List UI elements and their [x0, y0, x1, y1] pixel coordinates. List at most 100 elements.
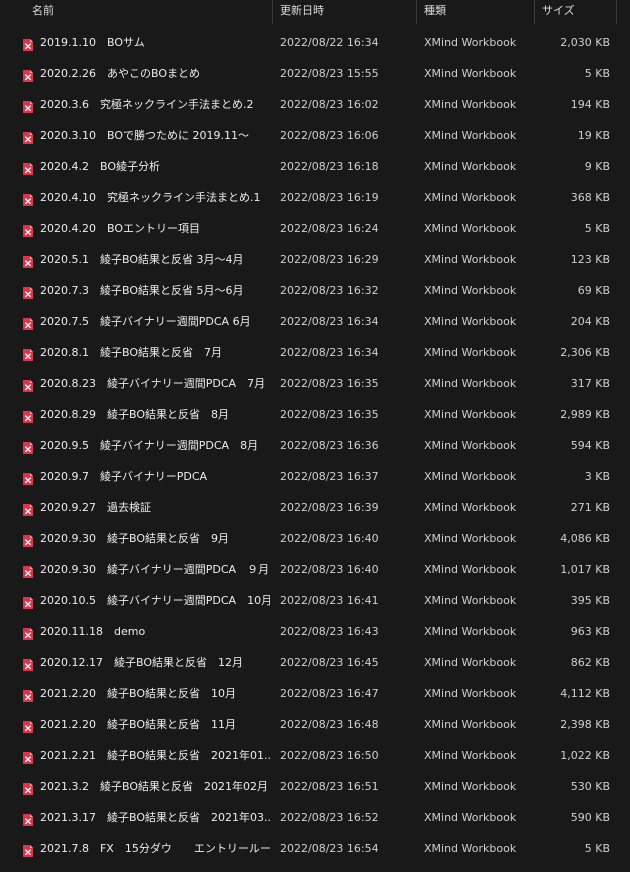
file-size: 590 KB — [570, 811, 610, 824]
file-type: XMind Workbook — [424, 594, 517, 607]
file-type: XMind Workbook — [424, 780, 517, 793]
file-row[interactable]: 2020.4.20 BOエントリー項目 2022/08/23 16:24 XMind… — [0, 213, 630, 244]
file-name: 2020.4.10 究極ネックライン手法まとめ.1 — [40, 191, 261, 204]
file-name: 2020.9.7 綾子バイナリーPDCA — [40, 470, 208, 483]
file-size: 530 KB — [570, 780, 610, 793]
file-name: 2020.2.26 あやこのBOまとめ — [40, 67, 200, 80]
xmind-file-icon — [23, 470, 33, 485]
file-name: 2020.8.29 綾子BO結果と反省 8月 — [40, 408, 229, 421]
xmind-file-icon — [23, 408, 33, 423]
xmind-file-icon — [23, 749, 33, 764]
file-type: XMind Workbook — [424, 346, 517, 359]
file-modified-date: 2022/08/23 16:34 — [280, 346, 379, 359]
file-size: 1,022 KB — [560, 749, 610, 762]
xmind-file-icon — [23, 191, 33, 206]
file-size: 963 KB — [570, 625, 610, 638]
xmind-file-icon — [23, 718, 33, 733]
file-name: 2020.10.5 綾子バイナリー週間PDCA 10月 — [40, 594, 270, 607]
file-name: 2020.12.17 綾子BO結果と反省 12月 — [40, 656, 243, 669]
file-row[interactable]: 2020.9.30 綾子BO結果と反省 9月 2022/08/23 16:40 XM… — [0, 523, 630, 554]
file-name: 2020.4.20 BOエントリー項目 — [40, 222, 200, 235]
file-row[interactable]: 2021.7.8 FX 15分ダウ エントリールール 2022/08/23 16:… — [0, 833, 630, 864]
file-modified-date: 2022/08/23 16:36 — [280, 439, 379, 452]
column-divider[interactable] — [272, 0, 273, 24]
file-row[interactable]: 2020.2.26 あやこのBOまとめ 2022/08/23 15:55 XMind… — [0, 58, 630, 89]
file-modified-date: 2022/08/23 16:48 — [280, 718, 379, 731]
file-size: 19 KB — [577, 129, 610, 142]
file-type: XMind Workbook — [424, 718, 517, 731]
file-row[interactable]: 2020.4.10 究極ネックライン手法まとめ.1 2022/08/23 16:1… — [0, 182, 630, 213]
file-row[interactable]: 2021.2.21 綾子BO結果と反省 2021年01... 2022/08/23… — [0, 740, 630, 771]
file-size: 2,989 KB — [560, 408, 610, 421]
file-row[interactable]: 2020.3.10 BOで勝つために 2019.11～ 2022/08/23 16… — [0, 120, 630, 151]
file-modified-date: 2022/08/23 16:37 — [280, 470, 379, 483]
file-size: 317 KB — [570, 377, 610, 390]
file-name: 2020.3.6 究極ネックライン手法まとめ.2 — [40, 98, 254, 111]
file-name: 2021.3.17 綾子BO結果と反省 2021年03... — [40, 811, 270, 824]
file-row[interactable]: 2020.8.23 綾子バイナリー週間PDCA 7月 2022/08/23 16:… — [0, 368, 630, 399]
file-type: XMind Workbook — [424, 842, 517, 855]
file-modified-date: 2022/08/23 16:29 — [280, 253, 379, 266]
xmind-file-icon — [23, 67, 33, 82]
file-name: 2021.2.20 綾子BO結果と反省 10月 — [40, 687, 236, 700]
file-row[interactable]: 2020.9.7 綾子バイナリーPDCA 2022/08/23 16:37 XMin… — [0, 461, 630, 492]
file-type: XMind Workbook — [424, 253, 517, 266]
file-modified-date: 2022/08/23 16:18 — [280, 160, 379, 173]
file-row[interactable]: 2020.8.29 綾子BO結果と反省 8月 2022/08/23 16:35 XM… — [0, 399, 630, 430]
file-size: 4,086 KB — [560, 532, 610, 545]
file-row[interactable]: 2021.2.20 綾子BO結果と反省 10月 2022/08/23 16:47 X… — [0, 678, 630, 709]
file-type: XMind Workbook — [424, 129, 517, 142]
column-divider[interactable] — [416, 0, 417, 24]
file-row[interactable]: 2021.2.20 綾子BO結果と反省 11月 2022/08/23 16:48 X… — [0, 709, 630, 740]
file-type: XMind Workbook — [424, 749, 517, 762]
file-modified-date: 2022/08/23 16:52 — [280, 811, 379, 824]
file-name: 2020.9.5 綾子バイナリー週間PDCA 8月 — [40, 439, 259, 452]
file-modified-date: 2022/08/23 16:24 — [280, 222, 379, 235]
xmind-file-icon — [23, 36, 33, 51]
file-modified-date: 2022/08/23 16:51 — [280, 780, 379, 793]
file-row[interactable]: 2020.7.3 綾子BO結果と反省 5月～6月 2022/08/23 16:32… — [0, 275, 630, 306]
file-row[interactable]: 2020.8.1 綾子BO結果と反省 7月 2022/08/23 16:34 XMi… — [0, 337, 630, 368]
file-row[interactable]: 2019.1.10 BOサム 2022/08/22 16:34 XMind Work… — [0, 27, 630, 58]
file-modified-date: 2022/08/23 16:50 — [280, 749, 379, 762]
file-name: 2020.4.2 BO綾子分析 — [40, 160, 160, 173]
file-row[interactable]: 2020.10.5 綾子バイナリー週間PDCA 10月 2022/08/23 16… — [0, 585, 630, 616]
file-size: 2,030 KB — [560, 36, 610, 49]
file-modified-date: 2022/08/23 16:34 — [280, 315, 379, 328]
file-modified-date: 2022/08/23 16:02 — [280, 98, 379, 111]
file-name: 2020.7.5 綾子バイナリー週間PDCA 6月 — [40, 315, 251, 328]
file-type: XMind Workbook — [424, 377, 517, 390]
file-row[interactable]: 2021.3.2 綾子BO結果と反省 2021年02月 2022/08/23 16… — [0, 771, 630, 802]
file-modified-date: 2022/08/23 16:32 — [280, 284, 379, 297]
file-row[interactable]: 2021.3.17 綾子BO結果と反省 2021年03... 2022/08/23… — [0, 802, 630, 833]
file-row[interactable]: 2020.3.6 究極ネックライン手法まとめ.2 2022/08/23 16:02… — [0, 89, 630, 120]
file-type: XMind Workbook — [424, 408, 517, 421]
xmind-file-icon — [23, 160, 33, 175]
file-row[interactable]: 2020.9.5 綾子バイナリー週間PDCA 8月 2022/08/23 16:3… — [0, 430, 630, 461]
file-row[interactable]: 2020.11.18 demo 2022/08/23 16:43 XMind Wor… — [0, 616, 630, 647]
column-divider[interactable] — [534, 0, 535, 24]
xmind-file-icon — [23, 842, 33, 857]
file-modified-date: 2022/08/23 16:45 — [280, 656, 379, 669]
file-row[interactable]: 2020.12.17 綾子BO結果と反省 12月 2022/08/23 16:45… — [0, 647, 630, 678]
file-row[interactable]: 2020.5.1 綾子BO結果と反省 3月～4月 2022/08/23 16:29… — [0, 244, 630, 275]
file-type: XMind Workbook — [424, 191, 517, 204]
xmind-file-icon — [23, 625, 33, 640]
file-type: XMind Workbook — [424, 625, 517, 638]
column-header-type[interactable]: 種類 — [418, 0, 534, 24]
file-size: 69 KB — [577, 284, 610, 297]
file-size: 594 KB — [570, 439, 610, 452]
file-row[interactable]: 2020.7.5 綾子バイナリー週間PDCA 6月 2022/08/23 16:3… — [0, 306, 630, 337]
file-size: 5 KB — [584, 222, 610, 235]
column-header-date[interactable]: 更新日時 — [274, 0, 416, 24]
column-divider[interactable] — [616, 0, 617, 24]
file-name: 2021.7.8 FX 15分ダウ エントリールール — [40, 842, 270, 855]
file-name: 2020.3.10 BOで勝つために 2019.11～ — [40, 129, 249, 142]
file-size: 368 KB — [570, 191, 610, 204]
file-name: 2021.3.2 綾子BO結果と反省 2021年02月 — [40, 780, 268, 793]
column-header-size[interactable]: サイズ — [536, 0, 616, 24]
file-modified-date: 2022/08/23 16:35 — [280, 408, 379, 421]
file-row[interactable]: 2020.9.30 綾子バイナリー週間PDCA ９月 2022/08/23 16:… — [0, 554, 630, 585]
file-row[interactable]: 2020.4.2 BO綾子分析 2022/08/23 16:18 XMind Wor… — [0, 151, 630, 182]
file-row[interactable]: 2020.9.27 過去検証 2022/08/23 16:39 XMind Work… — [0, 492, 630, 523]
